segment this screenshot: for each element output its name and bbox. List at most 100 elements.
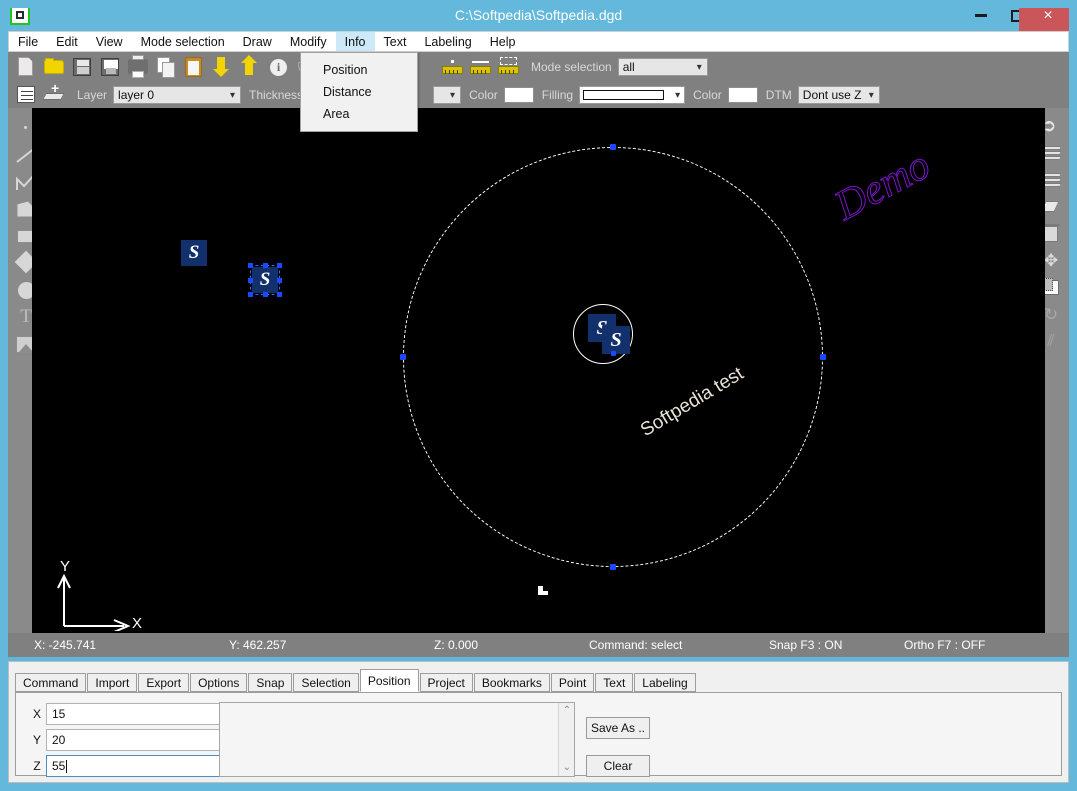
- layer-list-button[interactable]: [13, 82, 39, 108]
- layer-dropdown[interactable]: layer 0 ▾: [113, 86, 242, 104]
- scroll-up-icon[interactable]: ⌃: [559, 703, 575, 719]
- resize-handle[interactable]: [263, 292, 268, 297]
- copy-button[interactable]: [153, 54, 179, 80]
- menu-file[interactable]: File: [9, 32, 47, 51]
- z-input-value: 55: [52, 759, 66, 773]
- tab-import[interactable]: Import: [87, 673, 138, 692]
- clear-button[interactable]: Clear: [586, 755, 650, 777]
- new-file-button[interactable]: [13, 54, 39, 80]
- import-down-arrow-icon: [213, 57, 229, 77]
- resize-handle[interactable]: [248, 263, 253, 268]
- circle-handle-right[interactable]: [820, 354, 826, 360]
- paste-button[interactable]: [181, 54, 207, 80]
- tab-command[interactable]: Command: [15, 673, 87, 692]
- resize-handle[interactable]: [277, 263, 282, 268]
- mode-selection-dropdown[interactable]: all ▾: [617, 58, 708, 76]
- tab-point[interactable]: Point: [550, 673, 595, 692]
- resize-handle[interactable]: [248, 278, 253, 283]
- tab-labeling[interactable]: Labeling: [634, 673, 696, 692]
- main-toolbar: i ☞ Mode selection all ▾: [8, 52, 1069, 82]
- demo-watermark[interactable]: Demo: [827, 141, 938, 230]
- save-as-button[interactable]: [97, 54, 123, 80]
- tab-project[interactable]: Project: [419, 673, 473, 692]
- bottom-tab-row: Command Import Export Options Snap Selec…: [15, 669, 697, 692]
- label-x: X: [32, 707, 41, 721]
- add-layer-button[interactable]: +: [41, 81, 67, 108]
- menu-edit[interactable]: Edit: [47, 32, 87, 51]
- measure-line-button[interactable]: [467, 54, 493, 80]
- image-object-s1[interactable]: S: [181, 240, 207, 266]
- menu-item-area[interactable]: Area: [301, 103, 417, 125]
- listbox-scrollbar[interactable]: ⌃ ⌄: [558, 703, 574, 776]
- label-y: Y: [32, 733, 41, 747]
- menu-modify[interactable]: Modify: [281, 32, 336, 51]
- color-swatch-fill[interactable]: [727, 87, 758, 103]
- menu-text[interactable]: Text: [375, 32, 416, 51]
- tab-options[interactable]: Options: [190, 673, 248, 692]
- list-icon: [17, 86, 35, 103]
- filling-preview: [583, 90, 665, 100]
- mode-selection-label: Mode selection: [531, 60, 612, 74]
- status-snap: Snap F3 : ON: [769, 638, 843, 652]
- filling-dropdown[interactable]: ▾: [579, 86, 686, 104]
- menu-mode-selection[interactable]: Mode selection: [132, 32, 234, 51]
- import-button[interactable]: [209, 54, 235, 80]
- application-window: C:\Softpedia\Softpedia.dgd × File Edit V…: [0, 0, 1077, 791]
- export-button[interactable]: [237, 54, 263, 80]
- save-button[interactable]: [69, 54, 95, 80]
- circle-handle-bottom[interactable]: [610, 564, 616, 570]
- measure-point-icon: [451, 60, 454, 63]
- image-object-s4[interactable]: S: [602, 326, 630, 354]
- menu-view[interactable]: View: [87, 32, 132, 51]
- menu-help[interactable]: Help: [481, 32, 525, 51]
- menu-labeling[interactable]: Labeling: [415, 32, 480, 51]
- position-log-listbox[interactable]: ⌃ ⌄: [219, 702, 575, 777]
- chevron-down-icon: ▾: [696, 62, 702, 73]
- menu-bar: File Edit View Mode selection Draw Modif…: [8, 31, 1069, 52]
- menu-item-position[interactable]: Position: [301, 59, 417, 81]
- print-button[interactable]: [125, 54, 151, 80]
- tab-selection[interactable]: Selection: [293, 673, 359, 692]
- resize-handle[interactable]: [248, 292, 253, 297]
- image-handle[interactable]: [611, 351, 616, 356]
- menu-draw[interactable]: Draw: [234, 32, 281, 51]
- circle-handle-left[interactable]: [400, 354, 406, 360]
- measure-area-button[interactable]: [495, 54, 521, 80]
- layer-value: layer 0: [118, 88, 155, 102]
- bottom-panel: Command Import Export Options Snap Selec…: [8, 661, 1069, 783]
- drawing-canvas[interactable]: S S S Demo Softpedia test Y X: [32, 108, 1045, 633]
- text-caret: [66, 759, 68, 773]
- tab-export[interactable]: Export: [138, 673, 190, 692]
- dtm-dropdown[interactable]: Dont use Z ▾: [797, 86, 880, 104]
- resize-handle[interactable]: [277, 292, 282, 297]
- status-command: Command: select: [589, 638, 683, 652]
- circle-handle-top[interactable]: [610, 144, 616, 150]
- tab-position[interactable]: Position: [359, 669, 419, 692]
- new-file-icon: [18, 57, 33, 76]
- close-button[interactable]: ×: [1019, 0, 1077, 31]
- color-swatch-outline[interactable]: [503, 87, 534, 103]
- close-icon: ×: [1043, 6, 1053, 24]
- ruler-icon: [498, 66, 519, 74]
- minimize-button[interactable]: [963, 0, 999, 31]
- image-object-s2-selected[interactable]: S: [248, 263, 282, 297]
- tab-bookmarks[interactable]: Bookmarks: [473, 673, 550, 692]
- open-file-button[interactable]: [41, 54, 67, 80]
- chevron-down-icon: ▾: [868, 90, 874, 101]
- menu-info[interactable]: Info: [335, 32, 375, 51]
- info-button[interactable]: i: [265, 54, 291, 80]
- linetype-dropdown[interactable]: ▾: [433, 86, 462, 104]
- dtm-label: DTM: [765, 88, 792, 102]
- scroll-down-icon[interactable]: ⌄: [559, 760, 575, 776]
- tab-snap[interactable]: Snap: [248, 673, 293, 692]
- resize-handle[interactable]: [263, 263, 268, 268]
- menu-item-distance[interactable]: Distance: [301, 81, 417, 103]
- measure-line-icon: [472, 61, 489, 63]
- copy-icon: [157, 57, 175, 78]
- tab-text[interactable]: Text: [595, 673, 634, 692]
- save-icon: [73, 58, 91, 76]
- axis-x-label: X: [132, 615, 143, 632]
- resize-handle[interactable]: [277, 278, 282, 283]
- measure-point-button[interactable]: [439, 54, 465, 80]
- save-as-button[interactable]: Save As ..: [586, 717, 650, 739]
